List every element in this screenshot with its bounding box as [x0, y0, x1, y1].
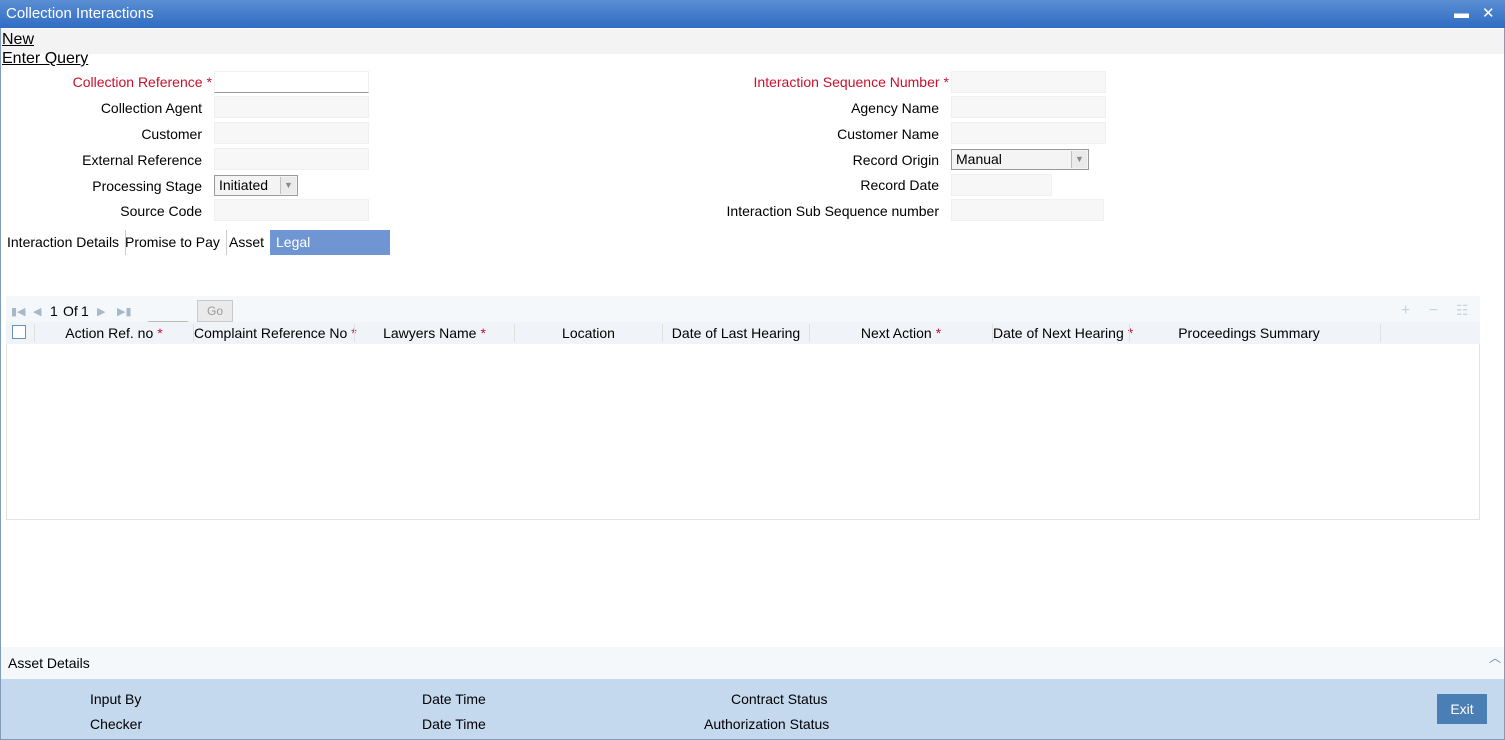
external-reference-label: External Reference	[82, 152, 202, 168]
chevron-down-icon: ▼	[1071, 151, 1087, 168]
tab-asset[interactable]: Asset	[223, 230, 272, 255]
menu-strip	[1, 29, 1504, 54]
agency-name-label: Agency Name	[851, 100, 939, 116]
delete-row-icon[interactable]: −	[1429, 302, 1438, 320]
go-button[interactable]: Go	[197, 300, 233, 322]
interaction-sub-sequence-number-label: Interaction Sub Sequence number	[726, 203, 939, 219]
asset-details-label: Asset Details	[8, 655, 90, 671]
customer-name-input[interactable]	[951, 122, 1106, 144]
last-page-icon[interactable]: ▶▮	[117, 305, 132, 318]
pager-current: 1	[50, 303, 58, 319]
previous-page-icon[interactable]: ◀	[33, 305, 41, 318]
processing-stage-select[interactable]: Initiated ▼	[214, 175, 298, 196]
enter-query-link[interactable]: Enter Query	[2, 50, 88, 68]
tab-promise-to-pay[interactable]: Promise to Pay	[119, 230, 227, 255]
external-reference-input[interactable]	[214, 148, 369, 170]
new-link[interactable]: New	[2, 31, 34, 49]
record-origin-select[interactable]: Manual ▼	[951, 149, 1089, 170]
collection-reference-label: Collection Reference *	[72, 74, 212, 90]
asset-details-bar: Asset Details ︿	[1, 647, 1504, 679]
interaction-sub-sequence-number-input[interactable]	[951, 199, 1104, 221]
interaction-sequence-number-label: Interaction Sequence Number *	[753, 74, 949, 90]
pager-of: Of	[63, 303, 78, 319]
column-header-date-of-next-hearing[interactable]: Date of Next Hearing *	[993, 322, 1133, 344]
chevron-up-icon[interactable]: ︿	[1489, 649, 1501, 666]
processing-stage-value: Initiated	[219, 177, 269, 193]
record-origin-value: Manual	[956, 151, 1002, 167]
customer-label: Customer	[141, 126, 202, 142]
next-page-icon[interactable]: ▶	[97, 305, 105, 318]
chevron-down-icon: ▼	[280, 177, 296, 194]
input-by-label: Input By	[90, 691, 142, 707]
single-view-icon[interactable]: ☷	[1456, 302, 1469, 319]
column-header-proceedings-summary[interactable]: Proceedings Summary	[1130, 322, 1368, 344]
agency-name-input[interactable]	[951, 96, 1106, 118]
customer-input[interactable]	[214, 122, 369, 144]
collection-reference-input[interactable]	[214, 71, 369, 93]
column-header-date-of-last-hearing[interactable]: Date of Last Hearing	[663, 322, 809, 344]
select-all-checkbox[interactable]	[12, 325, 26, 339]
column-header-lawyers-name[interactable]: Lawyers Name *	[355, 322, 514, 344]
column-header-complaint-reference-no[interactable]: Complaint Reference No*	[194, 322, 357, 344]
pager-total: 1	[81, 303, 89, 319]
legal-proceedings-grid	[6, 322, 1480, 520]
exit-button[interactable]: Exit	[1437, 694, 1487, 724]
column-header-action-ref-no[interactable]: Action Ref. no *	[35, 322, 193, 344]
interaction-sequence-number-input[interactable]	[951, 71, 1106, 93]
record-origin-label: Record Origin	[852, 152, 939, 168]
checker-date-time-label: Date Time	[422, 716, 486, 732]
source-code-input[interactable]	[214, 199, 369, 221]
minimize-icon[interactable]: ▬	[1454, 0, 1469, 27]
record-date-label: Record Date	[860, 177, 939, 193]
collection-agent-input[interactable]	[214, 96, 369, 118]
column-header-location[interactable]: Location	[515, 322, 662, 344]
processing-stage-label: Processing Stage	[92, 178, 202, 194]
window-titlebar: Collection Interactions ▬ ✕	[0, 0, 1505, 28]
collection-agent-label: Collection Agent	[100, 100, 202, 116]
checker-label: Checker	[90, 716, 143, 732]
tab-interaction-details[interactable]: Interaction Details	[1, 230, 127, 255]
customer-name-label: Customer Name	[837, 126, 939, 142]
date-time-label: Date Time	[422, 691, 486, 707]
source-code-label: Source Code	[120, 203, 202, 219]
column-header-next-action[interactable]: Next Action *	[810, 322, 992, 344]
page-number-input[interactable]	[148, 300, 188, 322]
close-icon[interactable]: ✕	[1482, 0, 1495, 27]
window-title: Collection Interactions	[6, 5, 154, 22]
record-date-input[interactable]	[951, 174, 1052, 196]
tab-legal-proceedings[interactable]: Legal Proceedings	[270, 230, 390, 274]
contract-status-label: Contract Status	[731, 691, 828, 707]
add-row-icon[interactable]: +	[1401, 302, 1410, 320]
authorization-status-label: Authorization Status	[704, 716, 830, 732]
first-page-icon[interactable]: ▮◀	[11, 305, 26, 318]
